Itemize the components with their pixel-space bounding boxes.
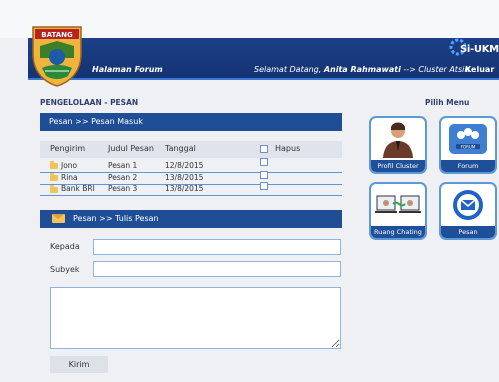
subject-cell: Pesan 2: [108, 173, 138, 182]
mail-icon: [453, 190, 483, 220]
send-button[interactable]: Kirim: [50, 356, 108, 373]
menu-tile-forum[interactable]: FORUM Forum: [439, 116, 497, 174]
tile-label: Ruang Chating: [371, 226, 425, 238]
recipient-input[interactable]: [93, 239, 341, 255]
tile-label: Profil Cluster: [371, 160, 425, 172]
sender-cell: Jono: [61, 161, 78, 170]
user-name: Anita Rahmawati: [323, 65, 401, 74]
subject-label: Subyek: [50, 265, 80, 274]
batang-logo: BATANG: [32, 26, 82, 87]
row-delete-checkbox[interactable]: [260, 158, 268, 166]
to-label: Kepada: [50, 242, 80, 251]
date-cell: 12/8/2015: [165, 161, 204, 170]
chat-icon: [375, 195, 421, 213]
menu-tile-pesan[interactable]: Pesan: [439, 182, 497, 240]
menu-tile-profil-cluster[interactable]: Profil Cluster: [369, 116, 427, 174]
person-icon: [383, 122, 413, 158]
menu-tile-ruang-chating[interactable]: Ruang Chating: [369, 182, 427, 240]
select-all-checkbox[interactable]: [260, 145, 268, 153]
section-title: PENGELOLAAN - PESAN: [40, 98, 139, 107]
cluster-name: --> Cluster Atsiri: [403, 65, 470, 74]
compose-title: Pesan >> Tulis Pesan: [73, 214, 159, 223]
column-date: Tanggal: [165, 144, 196, 153]
header-divider: [28, 78, 499, 80]
subject-cell: Pesan 1: [108, 161, 138, 170]
welcome-text: Selamat Datang, Anita Rahmawati --> Clus…: [254, 65, 470, 74]
sender-cell: Rina: [61, 173, 78, 182]
sender-cell: Bank BRI: [61, 184, 95, 193]
date-cell: 13/8/2015: [165, 173, 204, 182]
page-title: Halaman Forum: [92, 65, 163, 74]
tile-label: Pesan: [441, 226, 495, 238]
row-divider: [40, 195, 342, 196]
brand-logo: Si-UKM: [460, 44, 499, 55]
column-subject: Judul Pesan: [108, 144, 154, 153]
column-sender: Pengirim: [50, 144, 86, 153]
menu-title: Pilih Menu: [425, 98, 470, 107]
logo-text: BATANG: [41, 31, 73, 39]
welcome-prefix: Selamat Datang,: [254, 65, 322, 74]
folder-icon: [50, 185, 58, 193]
date-cell: 13/8/2015: [165, 184, 204, 193]
row-delete-checkbox[interactable]: [260, 182, 268, 190]
row-delete-checkbox[interactable]: [260, 171, 268, 179]
envelope-icon: [52, 214, 65, 223]
folder-icon: [50, 173, 58, 181]
tile-label: Forum: [441, 160, 495, 172]
svg-text:FORUM: FORUM: [461, 145, 476, 150]
message-textarea[interactable]: [50, 287, 341, 349]
inbox-header: Pesan >> Pesan Masuk: [40, 113, 342, 131]
subject-input[interactable]: [93, 261, 341, 277]
logout-link[interactable]: Keluar: [465, 65, 494, 74]
compose-header: Pesan >> Tulis Pesan: [40, 210, 342, 228]
forum-icon: FORUM: [449, 124, 487, 154]
subject-cell: Pesan 3: [108, 184, 138, 193]
folder-icon: [50, 161, 58, 169]
page: BATANG Halaman Forum Selamat Datang, Ani…: [0, 0, 499, 382]
column-delete: Hapus: [275, 144, 301, 153]
